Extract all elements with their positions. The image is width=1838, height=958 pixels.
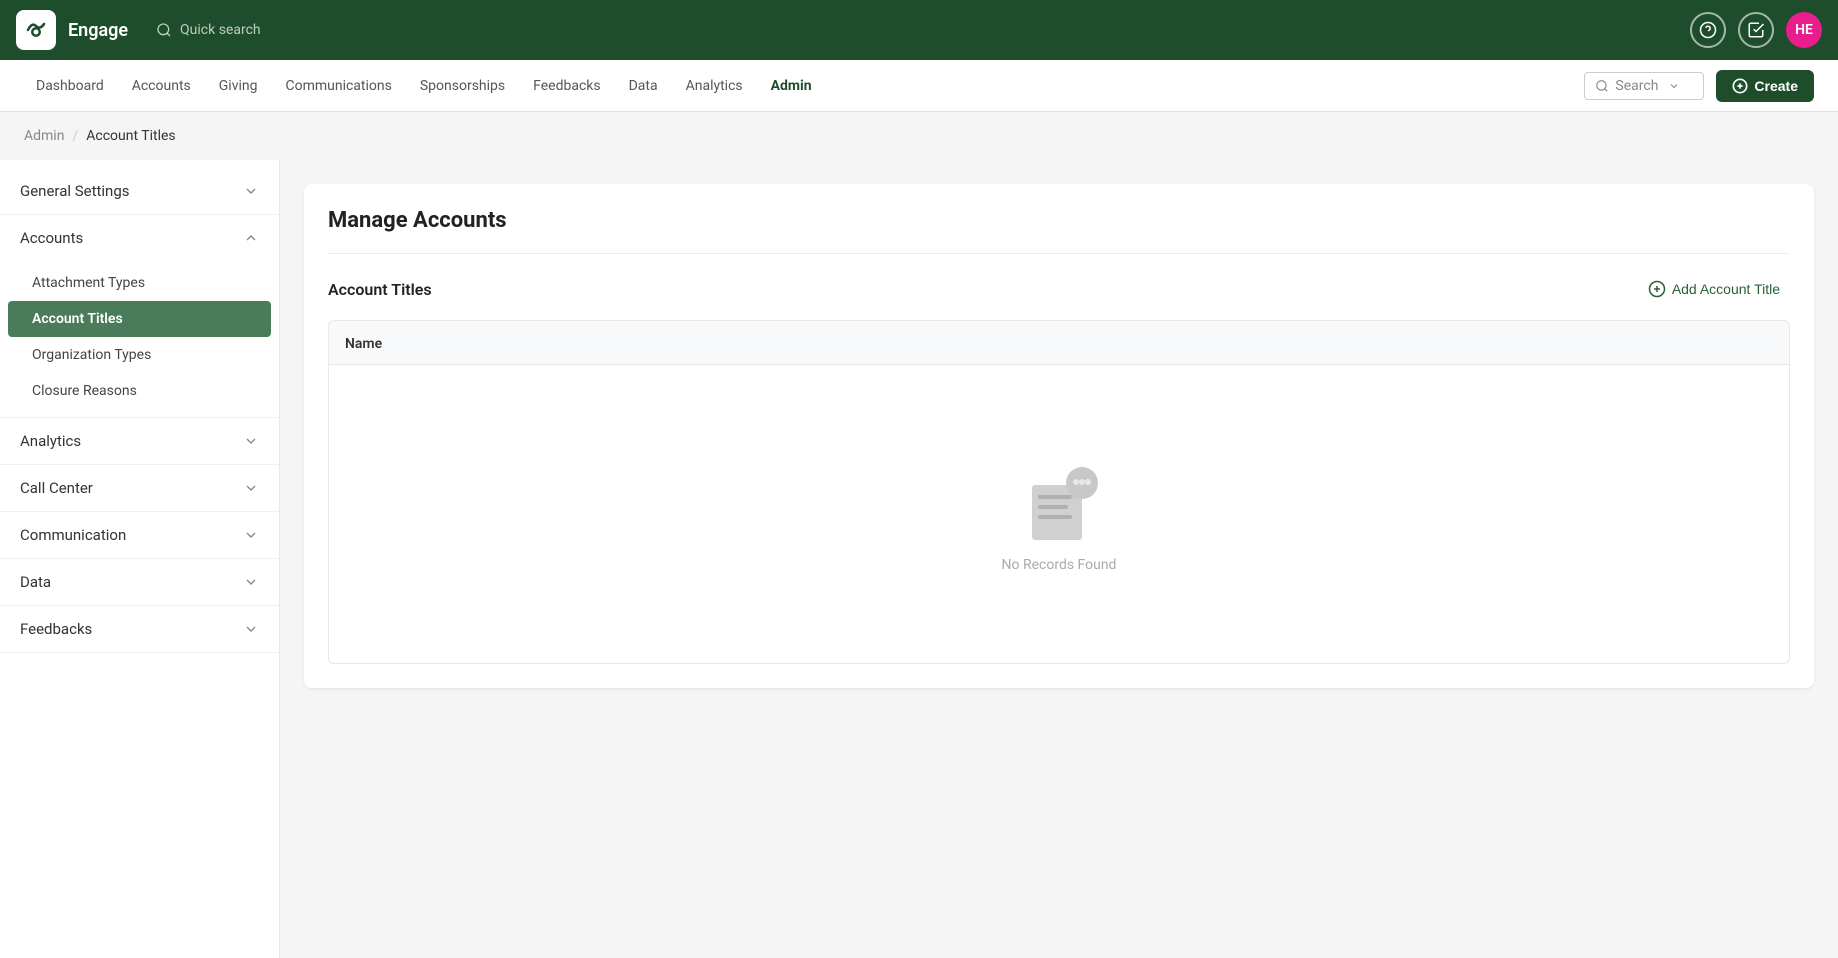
sidebar-section-label-feedbacks: Feedbacks [20, 620, 92, 638]
sidebar-section-label-general-settings: General Settings [20, 182, 130, 200]
chevron-down-icon-communication [243, 527, 259, 543]
topbar: Engage Quick search HE [0, 0, 1838, 60]
help-button[interactable] [1690, 12, 1726, 48]
nav-search-label: Search [1615, 78, 1658, 94]
breadcrumb-parent[interactable]: Admin [24, 128, 64, 144]
navbar: Dashboard Accounts Giving Communications… [0, 60, 1838, 112]
sidebar-item-account-titles[interactable]: Account Titles [8, 301, 271, 337]
content: Manage Accounts Account Titles Add Accou… [280, 160, 1838, 958]
sidebar-section-general-settings: General Settings [0, 168, 279, 215]
chevron-down-icon [243, 183, 259, 199]
sidebar-section-header-feedbacks[interactable]: Feedbacks [0, 606, 279, 652]
nav-item-analytics[interactable]: Analytics [674, 72, 755, 100]
add-icon [1648, 280, 1666, 298]
table-column-name: Name [345, 336, 382, 352]
sidebar-section-header-communication[interactable]: Communication [0, 512, 279, 558]
nav-right: Search Create [1584, 70, 1814, 102]
nav-item-admin[interactable]: Admin [759, 72, 824, 100]
sidebar-section-feedbacks: Feedbacks [0, 606, 279, 653]
nav-item-dashboard[interactable]: Dashboard [24, 72, 116, 100]
page-title: Manage Accounts [328, 208, 1790, 254]
nav-item-feedbacks[interactable]: Feedbacks [521, 72, 612, 100]
chevron-up-icon [243, 230, 259, 246]
nav-items: Dashboard Accounts Giving Communications… [24, 72, 1584, 100]
sidebar-section-accounts: Accounts Attachment Types Account Titles… [0, 215, 279, 418]
sidebar-accounts-sub-items: Attachment Types Account Titles Organiza… [0, 261, 279, 417]
app-name: Engage [68, 20, 128, 41]
sidebar-section-label-data: Data [20, 573, 51, 591]
breadcrumb: Admin / Account Titles [0, 112, 1838, 160]
nav-item-giving[interactable]: Giving [207, 72, 270, 100]
sidebar: General Settings Accounts Attachment Typ… [0, 160, 280, 958]
search-icon [156, 22, 172, 38]
quick-search[interactable]: Quick search [156, 22, 261, 38]
sidebar-section-header-general-settings[interactable]: General Settings [0, 168, 279, 214]
nav-search[interactable]: Search [1584, 72, 1704, 100]
sidebar-section-header-call-center[interactable]: Call Center [0, 465, 279, 511]
add-account-title-label: Add Account Title [1672, 281, 1780, 297]
chevron-down-icon-analytics [243, 433, 259, 449]
table-header: Name [328, 320, 1790, 364]
sidebar-section-label-call-center: Call Center [20, 479, 93, 497]
sidebar-item-closure-reasons[interactable]: Closure Reasons [0, 373, 279, 409]
nav-item-data[interactable]: Data [617, 72, 670, 100]
nav-search-icon [1595, 79, 1609, 93]
empty-state-text: No Records Found [1002, 557, 1117, 573]
nav-item-sponsorships[interactable]: Sponsorships [408, 72, 517, 100]
section-title: Account Titles [328, 280, 432, 299]
main-layout: General Settings Accounts Attachment Typ… [0, 160, 1838, 958]
empty-state: No Records Found [1002, 395, 1117, 633]
sidebar-section-label-analytics: Analytics [20, 432, 81, 450]
create-icon [1732, 78, 1748, 94]
content-card: Manage Accounts Account Titles Add Accou… [304, 184, 1814, 688]
help-icon [1699, 21, 1717, 39]
add-account-title-button[interactable]: Add Account Title [1638, 274, 1790, 304]
quick-search-label: Quick search [180, 22, 261, 38]
sidebar-item-attachment-types[interactable]: Attachment Types [0, 265, 279, 301]
search-dropdown-icon [1668, 80, 1680, 92]
sidebar-section-header-analytics[interactable]: Analytics [0, 418, 279, 464]
nav-item-communications[interactable]: Communications [273, 72, 403, 100]
sidebar-section-label-accounts: Accounts [20, 229, 83, 247]
sidebar-section-communication: Communication [0, 512, 279, 559]
tasks-icon [1747, 21, 1765, 39]
create-label: Create [1754, 78, 1798, 94]
empty-state-icon [1014, 455, 1104, 545]
sidebar-item-organization-types[interactable]: Organization Types [0, 337, 279, 373]
nav-item-accounts[interactable]: Accounts [120, 72, 203, 100]
sidebar-section-header-accounts[interactable]: Accounts [0, 215, 279, 261]
sidebar-section-label-communication: Communication [20, 526, 126, 544]
tasks-button[interactable] [1738, 12, 1774, 48]
breadcrumb-current: Account Titles [86, 128, 175, 144]
chevron-down-icon-data [243, 574, 259, 590]
create-button[interactable]: Create [1716, 70, 1814, 102]
table-body: No Records Found [328, 364, 1790, 664]
topbar-right: HE [1690, 12, 1822, 48]
section-header-row: Account Titles Add Account Title [328, 274, 1790, 304]
app-logo[interactable] [16, 10, 56, 50]
chevron-down-icon-call-center [243, 480, 259, 496]
avatar[interactable]: HE [1786, 12, 1822, 48]
sidebar-section-header-data[interactable]: Data [0, 559, 279, 605]
chevron-down-icon-feedbacks [243, 621, 259, 637]
sidebar-section-call-center: Call Center [0, 465, 279, 512]
sidebar-section-analytics: Analytics [0, 418, 279, 465]
sidebar-section-data: Data [0, 559, 279, 606]
breadcrumb-separator: / [72, 128, 78, 144]
